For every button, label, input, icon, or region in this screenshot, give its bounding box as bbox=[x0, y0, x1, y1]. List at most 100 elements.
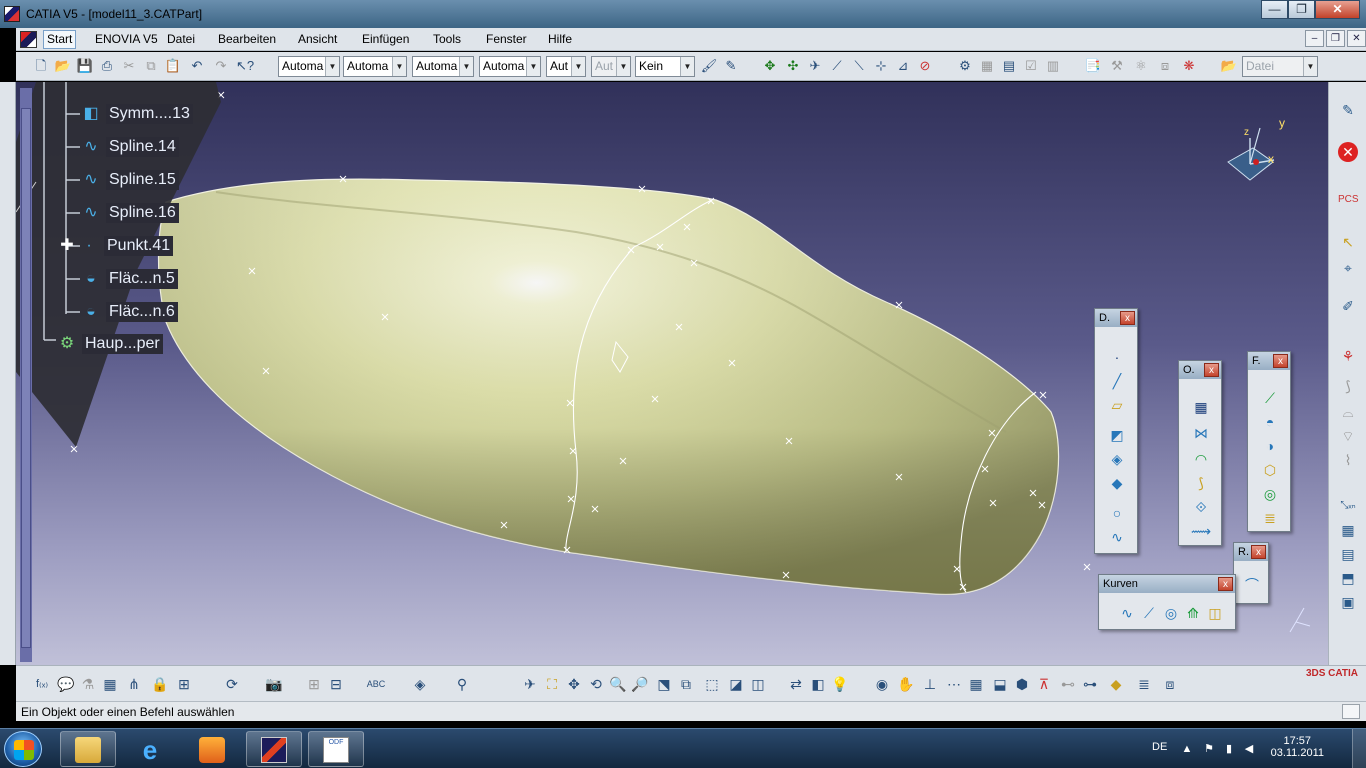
sketcher-icon[interactable]: ✎ bbox=[1338, 100, 1358, 120]
multi-section-icon[interactable]: ◎ bbox=[1260, 484, 1280, 504]
axis-icon[interactable]: ⊹ bbox=[872, 57, 890, 75]
tree-item-symmetry[interactable]: ◧ Symm....13 bbox=[80, 102, 193, 126]
curve-connect-icon[interactable]: ⟰ bbox=[1183, 603, 1203, 623]
hand-icon[interactable]: ✋ bbox=[896, 674, 916, 694]
print-icon[interactable]: ⎙ bbox=[98, 57, 116, 75]
stack-icon[interactable]: ≣ bbox=[1134, 674, 1154, 694]
hybrid-design-icon[interactable]: ◉ bbox=[872, 674, 892, 694]
format-painter-icon[interactable]: 🖌 bbox=[700, 57, 718, 75]
doc-close-button[interactable]: ✕ bbox=[1347, 30, 1366, 47]
constraint-icon[interactable]: ⊼ bbox=[1034, 674, 1054, 694]
tree-item-hauptkoerper[interactable]: ⚙ Haup...per bbox=[56, 332, 163, 356]
clock[interactable]: 17:57 03.11.2011 bbox=[1271, 735, 1324, 759]
new-file-icon[interactable]: 🗋 bbox=[32, 57, 50, 75]
sweep-icon[interactable]: ⟆ bbox=[1338, 376, 1358, 396]
minimize-button[interactable]: — bbox=[1261, 0, 1288, 19]
magnet-icon[interactable]: ⚲ bbox=[452, 674, 472, 694]
menu-start[interactable]: Start bbox=[43, 30, 77, 49]
planar-patch-icon[interactable]: ⟋ bbox=[1260, 388, 1280, 408]
component-icon[interactable]: ⚒ bbox=[1108, 57, 1126, 75]
axis-system-icon[interactable]: ⊞ bbox=[304, 674, 324, 694]
insert-icon[interactable]: ▤ bbox=[1338, 544, 1358, 564]
table-icon[interactable]: ▤ bbox=[1000, 57, 1018, 75]
exit-workbench-icon[interactable]: ✕ bbox=[1338, 142, 1358, 162]
point-tool-icon[interactable]: · bbox=[1107, 347, 1127, 367]
start-button[interactable] bbox=[4, 731, 42, 767]
layer-combo[interactable]: Kein ▼ bbox=[635, 56, 695, 77]
shading-icon[interactable]: ◫ bbox=[748, 674, 768, 694]
taskbar-ie[interactable]: e bbox=[122, 731, 178, 767]
render-style-icon[interactable]: ◪ bbox=[726, 674, 746, 694]
select-icon[interactable]: ↖ bbox=[1338, 232, 1358, 252]
tree-item-spline-15[interactable]: ∿ Spline.15 bbox=[80, 168, 179, 192]
swap-visible-icon[interactable]: ◧ bbox=[808, 674, 828, 694]
formula-fx-icon[interactable]: f₍ₓ₎ bbox=[32, 674, 52, 694]
curvature-icon[interactable]: ⌔ bbox=[1338, 426, 1358, 446]
curve-spline-icon[interactable]: ∿ bbox=[1117, 603, 1137, 623]
distance-icon[interactable]: ⌇ bbox=[1338, 450, 1358, 470]
doc-restore-button[interactable]: ❐ bbox=[1326, 30, 1345, 47]
pcs-icon[interactable]: PCS bbox=[1338, 190, 1359, 210]
loft-tool-icon[interactable]: ◓ bbox=[1260, 412, 1280, 432]
zoom-out-icon[interactable]: 🔎 bbox=[630, 674, 650, 694]
menu-tools[interactable]: Tools bbox=[433, 32, 461, 46]
camera-icon[interactable]: 📷 bbox=[264, 674, 284, 694]
tree-item-spline-16[interactable]: ∿ Spline.16 bbox=[80, 201, 179, 225]
line-tool-icon[interactable]: ╱ bbox=[1107, 371, 1127, 391]
fill-tool-icon[interactable]: ⬡ bbox=[1260, 460, 1280, 480]
pan-icon[interactable]: ✥ bbox=[761, 57, 779, 75]
catia-menu-icon[interactable] bbox=[20, 31, 37, 48]
palette-operations-close-button[interactable]: x bbox=[1204, 363, 1219, 377]
fit-all-icon[interactable]: ⛶ bbox=[542, 674, 562, 694]
palette-draft[interactable]: D. x · ╱ ▱ ◩ ◈ ◆ ○ ∿ bbox=[1094, 308, 1138, 554]
taskbar-catia[interactable] bbox=[246, 731, 302, 767]
spell-check-icon[interactable]: ABC bbox=[366, 674, 386, 694]
measure-between-icon[interactable]: ⊶ bbox=[1080, 674, 1100, 694]
color-combo[interactable]: Automa ▼ bbox=[278, 56, 340, 77]
taskbar-odf[interactable]: ODF bbox=[308, 731, 364, 767]
menu-datei[interactable]: Datei bbox=[167, 32, 195, 46]
measure-icon[interactable]: ⊿ bbox=[894, 57, 912, 75]
clash-icon[interactable]: ⊘ bbox=[916, 57, 934, 75]
open-catalog-icon[interactable]: 📂 bbox=[1220, 57, 1238, 75]
3d-viewport[interactable]: y x z ◧ Symm....13 ∿ Spline.14 ∿ Spline.… bbox=[16, 82, 1328, 665]
grid-icon[interactable]: ▦ bbox=[1338, 520, 1358, 540]
palette-freestyle[interactable]: F. x ⟋ ◓ ◑ ⬡ ◎ ≣ bbox=[1247, 351, 1291, 532]
cube-icon[interactable]: ⬢ bbox=[1012, 674, 1032, 694]
formula-icon[interactable]: ▦ bbox=[978, 57, 996, 75]
parameters-icon[interactable]: ⊞ bbox=[174, 674, 194, 694]
comment-icon[interactable]: 💬 bbox=[56, 674, 76, 694]
doc-minimize-button[interactable]: – bbox=[1305, 30, 1324, 47]
taskbar-explorer[interactable] bbox=[60, 731, 116, 767]
catia-app-icon[interactable] bbox=[4, 6, 20, 22]
quick-view-icon[interactable]: ⬚ bbox=[702, 674, 722, 694]
network-icon[interactable]: ▮ bbox=[1222, 742, 1236, 756]
extrapolate-tool-icon[interactable]: ⟿ bbox=[1191, 521, 1211, 541]
analysis-icon[interactable]: ⚘ bbox=[1338, 346, 1358, 366]
select-trap-icon[interactable]: ⌖ bbox=[1338, 258, 1358, 278]
curve-helix-icon[interactable]: ◎ bbox=[1161, 603, 1181, 623]
fly-mode-icon[interactable]: ✈ bbox=[520, 674, 540, 694]
point-symbol-combo[interactable]: Aut ▼ bbox=[546, 56, 586, 77]
tree-structure-icon[interactable]: ⋔ bbox=[124, 674, 144, 694]
tree-scrollbar[interactable] bbox=[20, 88, 32, 662]
check-icon[interactable]: ☑ bbox=[1022, 57, 1040, 75]
show-desktop-button[interactable] bbox=[1352, 729, 1366, 768]
tree-scrollbar-thumb[interactable] bbox=[21, 108, 31, 648]
language-indicator[interactable]: DE bbox=[1152, 741, 1167, 753]
blend-tool-icon[interactable]: ◑ bbox=[1260, 436, 1280, 456]
edit-icon[interactable]: ✐ bbox=[1338, 296, 1358, 316]
snap-icon[interactable]: ⟋ bbox=[828, 57, 846, 75]
line-type-combo[interactable]: Automa ▼ bbox=[479, 56, 541, 77]
design-table-icon[interactable]: ▥ bbox=[1044, 57, 1062, 75]
fillet-tool-icon[interactable]: ◠ bbox=[1191, 449, 1211, 469]
open-file-icon[interactable]: 📂 bbox=[54, 57, 72, 75]
menu-enovia[interactable]: ENOVIA V5 bbox=[95, 32, 158, 46]
instantiate-icon[interactable]: ❋ bbox=[1180, 57, 1198, 75]
extract-tool-icon[interactable]: ⟆ bbox=[1191, 473, 1211, 493]
light-icon[interactable]: 💡 bbox=[830, 674, 850, 694]
copy-icon[interactable]: ⧉ bbox=[142, 57, 160, 75]
redo-icon[interactable]: ↷ bbox=[212, 57, 230, 75]
curve-project-icon[interactable]: ◫ bbox=[1205, 603, 1225, 623]
flag-icon[interactable]: ⚑ bbox=[1202, 742, 1216, 756]
